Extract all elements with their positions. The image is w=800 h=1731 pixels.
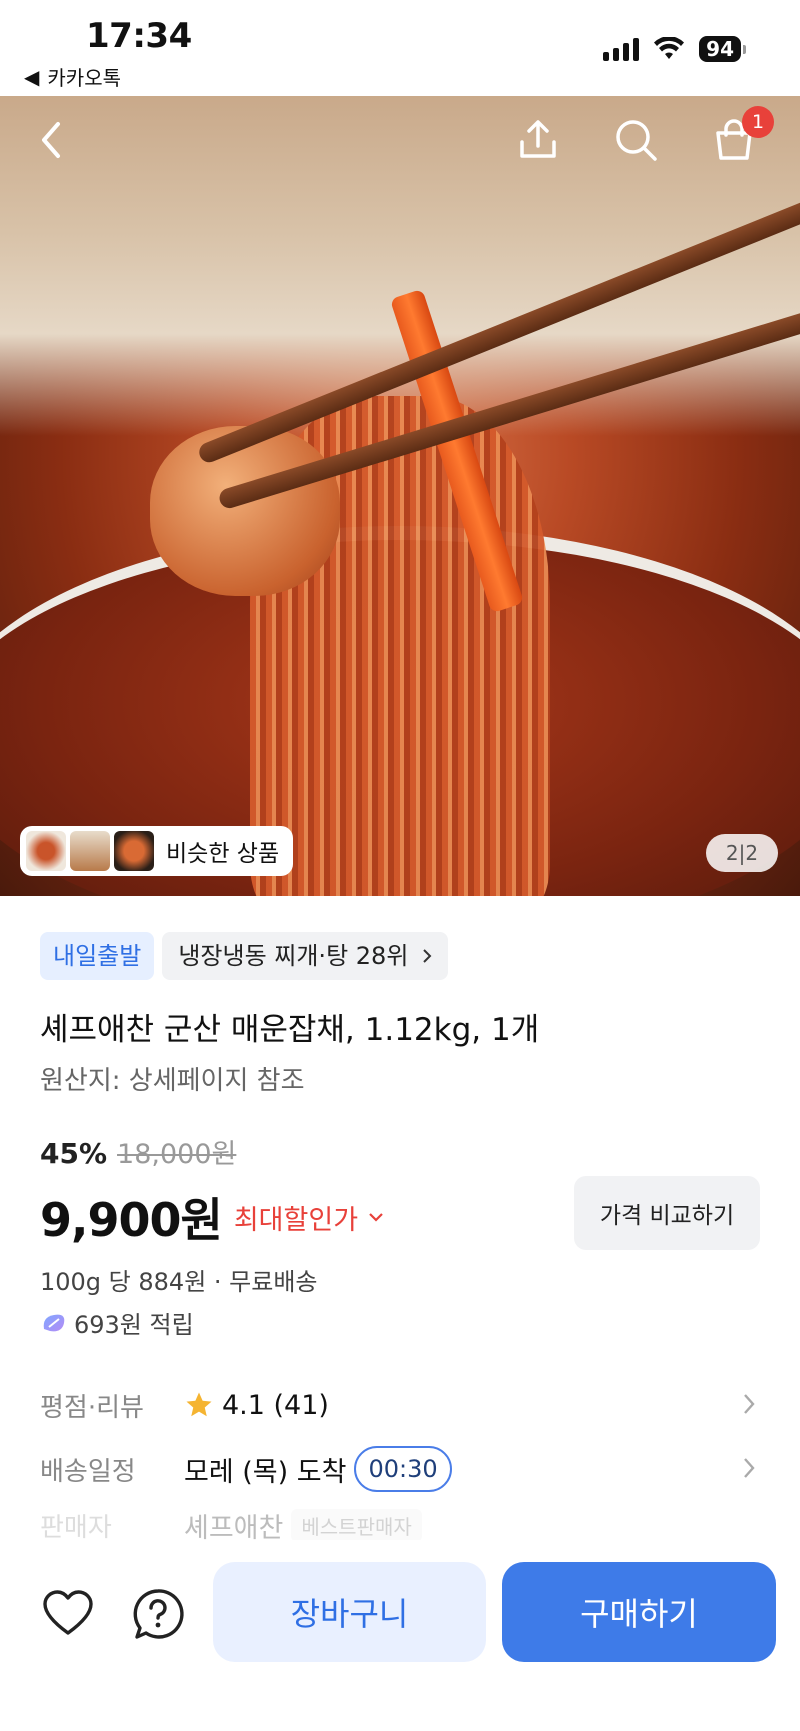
seller-label: 판매자 [40,1512,112,1543]
product-image[interactable] [0,96,800,896]
battery-level: 94 [699,36,741,62]
image-counter: 2|2 [706,834,778,872]
sale-price: 9,900원 [40,1193,223,1247]
seller-row[interactable]: 판매자 셰프애찬 베스트판매자 [40,1508,760,1542]
delivery-tag: 내일출발 [40,932,155,980]
shipping-countdown: 00:30 [354,1446,452,1492]
seller-value: 셰프애찬 [184,1512,284,1543]
chevron-right-icon [744,1394,755,1414]
back-triangle-icon: ◀ [24,64,40,89]
discount-percent: 45% [40,1137,108,1170]
chevron-right-icon [423,949,432,963]
rating-review-row[interactable]: 평점·리뷰 4.1 (41) [40,1380,760,1430]
status-time: 17:34 [86,16,192,56]
chevron-down-icon [369,1213,383,1222]
search-button[interactable] [608,112,664,168]
chevron-left-icon [42,122,60,158]
category-rank-tag[interactable]: 냉장냉동 찌개·탕 28위 [162,932,449,980]
unit-price-shipping: 100g 당 884원 · 무료배송 [40,1268,318,1296]
bottom-action-bar: 장바구니 구매하기 [0,1540,800,1731]
similar-products-button[interactable]: 비슷한 상품 [20,826,294,876]
max-discount-label: 최대할인가 [233,1204,359,1236]
similar-thumb [26,831,66,871]
chevron-right-icon [744,1458,755,1478]
price-compare-button[interactable]: 가격 비교하기 [574,1176,760,1250]
cart-count-badge: 1 [742,106,774,138]
back-to-app-link[interactable]: ◀ 카카오톡 [24,62,121,91]
rating-review-label: 평점·리뷰 [40,1392,144,1423]
points-icon [43,1314,65,1331]
original-price: 18,000원 [117,1139,237,1170]
wishlist-button[interactable] [40,1586,96,1642]
wifi-icon [654,37,685,59]
status-bar: 17:34 ◀ 카카오톡 94 [0,0,800,96]
back-button[interactable] [24,112,80,168]
similar-thumb [70,831,110,871]
similar-thumb [114,831,154,871]
shipping-label: 배송일정 [40,1456,136,1487]
rating-value: 4.1 (41) [222,1389,329,1421]
question-bubble-icon [133,1589,184,1639]
back-app-label: 카카오톡 [47,66,121,90]
heart-icon [43,1590,93,1635]
points-label: 693원 적립 [74,1311,194,1339]
shipping-value: 모레 (목) 도착 [184,1456,347,1488]
shipping-schedule-row[interactable]: 배송일정 모레 (목) 도착 00:30 [40,1444,760,1494]
similar-products-label: 비슷한 상품 [166,841,280,867]
battery-icon: 94 [699,36,746,62]
max-discount-dropdown[interactable]: 최대할인가 [234,1198,384,1237]
search-icon [616,120,657,161]
share-icon [520,120,556,158]
category-rank-label: 냉장냉동 찌개·탕 28위 [178,942,409,970]
buy-now-button[interactable]: 구매하기 [502,1562,776,1662]
share-button[interactable] [510,112,566,168]
add-to-cart-button[interactable]: 장바구니 [213,1562,486,1662]
inquiry-button[interactable] [130,1586,186,1642]
cellular-signal-icon [603,37,640,61]
star-icon [186,1392,212,1417]
best-seller-badge: 베스트판매자 [291,1508,422,1542]
product-title: 셰프애찬 군산 매운잡채, 1.12kg, 1개 [40,1012,540,1048]
product-origin: 원산지: 상세페이지 참조 [40,1066,305,1096]
